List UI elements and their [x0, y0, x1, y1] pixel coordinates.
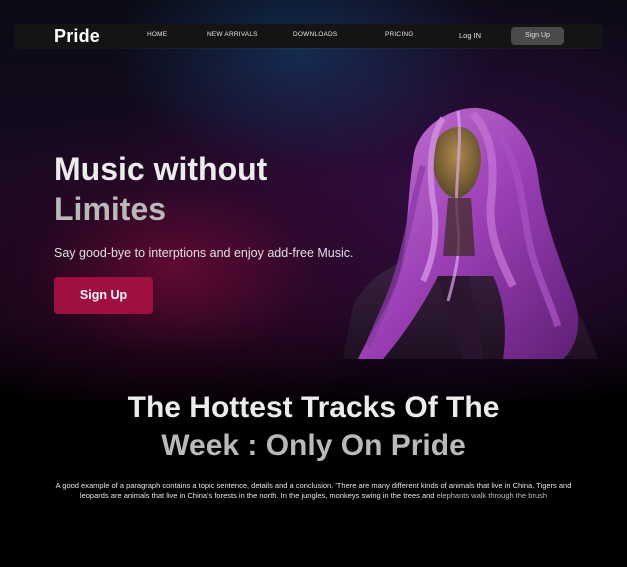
section-title-line2: Week : Only On Pride [161, 429, 466, 462]
nav-link-pricing[interactable]: PRICING [385, 31, 414, 38]
section-paragraph: A good example of a paragraph contains a… [55, 481, 572, 500]
navbar: Pride HOME NEW ARRIVALS DOWNLOADS PRICIN… [14, 24, 603, 48]
section-paragraph-end: elephants walk through the brush [436, 490, 548, 500]
hero-title-line2: Limites [54, 191, 167, 227]
signup-nav-button[interactable]: Sign Up [511, 27, 564, 45]
section-title-line1: The Hottest Tracks Of The [127, 391, 500, 424]
logo[interactable]: Pride [54, 26, 100, 47]
page: Pride HOME NEW ARRIVALS DOWNLOADS PRICIN… [0, 0, 627, 567]
login-link[interactable]: Log IN [459, 31, 481, 40]
hero-signup-button[interactable]: Sign Up [54, 277, 153, 314]
hero-woman-image [343, 107, 598, 359]
hero-title: Music without Limites [54, 149, 364, 229]
hero-title-line1: Music without [54, 151, 268, 187]
section-title: The Hottest Tracks Of The Week : Only On… [40, 389, 587, 465]
nav-link-home[interactable]: HOME [147, 31, 167, 38]
nav-link-new-arrivals[interactable]: NEW ARRIVALS [207, 31, 258, 38]
nav-link-downloads[interactable]: DOWNLOADS [293, 31, 337, 38]
